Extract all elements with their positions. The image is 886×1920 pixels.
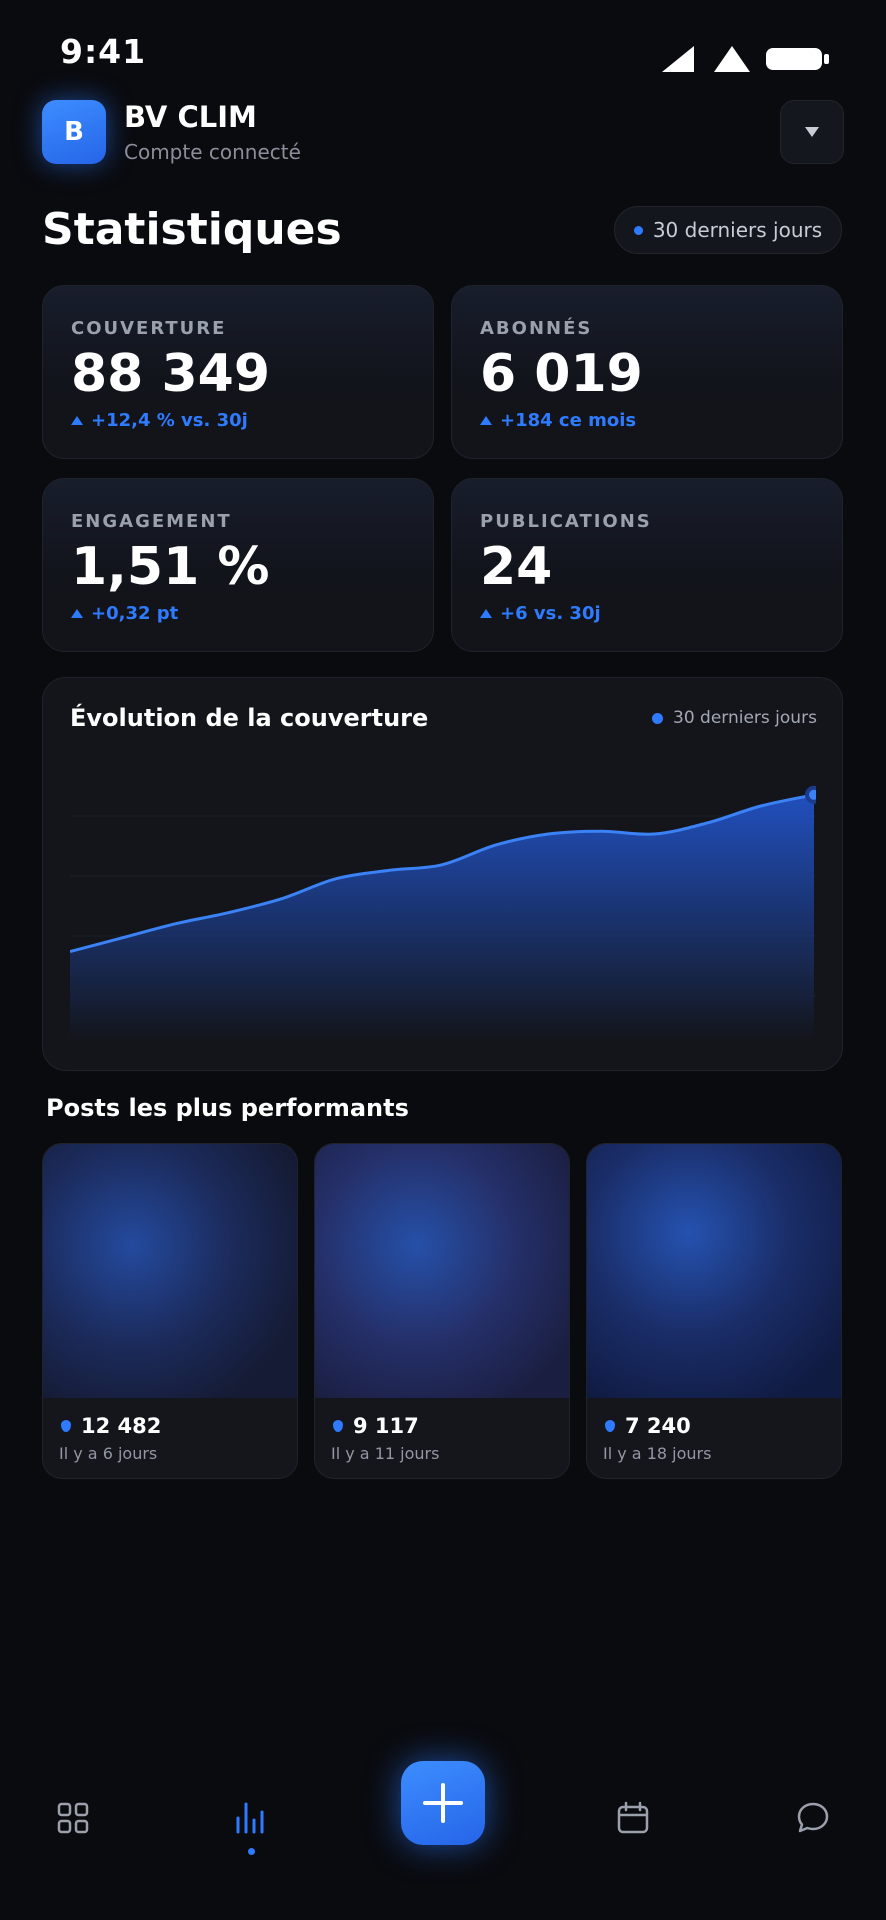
stat-label: ABONNÉS [480, 318, 593, 339]
status-icons [662, 46, 829, 72]
chart-legend: 30 derniers jours [652, 708, 817, 728]
post-reach: 12 482 [61, 1414, 161, 1438]
chart-title: Évolution de la couverture [70, 704, 429, 732]
chart-legend-label: 30 derniers jours [673, 708, 817, 728]
stat-delta-text: +6 vs. 30j [500, 603, 601, 624]
cellular-signal-icon [662, 46, 694, 72]
trend-up-icon [71, 609, 83, 618]
stat-delta: +12,4 % vs. 30j [71, 410, 248, 431]
stat-card-publications[interactable]: PUBLICATIONS 24 +6 vs. 30j [451, 478, 843, 652]
account-switcher-button[interactable] [780, 100, 844, 164]
top-posts-title: Posts les plus performants [46, 1094, 409, 1122]
chart-area-fill [70, 794, 814, 1040]
stat-delta: +184 ce mois [480, 410, 636, 431]
status-time: 9:41 [60, 32, 147, 71]
page-title: Statistiques [42, 204, 342, 255]
post-card[interactable]: 7 240 Il y a 18 jours [586, 1143, 842, 1479]
account-name: BV CLIM [124, 100, 257, 134]
dashboard-icon[interactable] [55, 1800, 91, 1836]
trend-up-icon [71, 416, 83, 425]
stat-value: 1,51 % [71, 537, 270, 597]
post-reach: 9 117 [333, 1414, 419, 1438]
stat-delta-text: +184 ce mois [500, 410, 637, 431]
reach-pin-icon [605, 1420, 615, 1432]
post-card[interactable]: 9 117 Il y a 11 jours [314, 1143, 570, 1479]
legend-dot-icon [652, 712, 663, 724]
post-reach-value: 7 240 [625, 1414, 691, 1438]
stat-label: ENGAGEMENT [71, 511, 232, 532]
account-subtitle: Compte connecté [124, 140, 301, 164]
reach-area-chart [70, 785, 816, 1040]
add-icon [423, 1783, 463, 1823]
battery-icon [766, 48, 822, 70]
reach-pin-icon [333, 1420, 343, 1432]
reach-pin-icon [61, 1420, 71, 1432]
create-post-button[interactable] [401, 1761, 485, 1845]
period-label: 30 derniers jours [652, 218, 823, 242]
nav-active-indicator [248, 1848, 255, 1855]
stat-value: 88 349 [71, 344, 271, 404]
stat-card-couverture[interactable]: COUVERTURE 88 349 +12,4 % vs. 30j [42, 285, 434, 459]
post-thumbnail [587, 1144, 841, 1398]
stat-delta: +0,32 pt [71, 603, 178, 624]
stat-card-abonnes[interactable]: ABONNÉS 6 019 +184 ce mois [451, 285, 843, 459]
period-dot-icon [633, 225, 643, 235]
post-reach-value: 12 482 [81, 1414, 162, 1438]
post-reach: 7 240 [605, 1414, 691, 1438]
stat-delta-text: +0,32 pt [91, 603, 179, 624]
trend-up-icon [480, 416, 492, 425]
stat-label: COUVERTURE [71, 318, 227, 339]
stat-delta-text: +12,4 % vs. 30j [91, 410, 248, 431]
avatar-letter: B [64, 117, 84, 147]
chart-point [805, 785, 816, 804]
post-thumbnail [43, 1144, 297, 1398]
stats-icon[interactable] [234, 1800, 270, 1836]
stat-card-engagement[interactable]: ENGAGEMENT 1,51 % +0,32 pt [42, 478, 434, 652]
chat-icon[interactable] [795, 1800, 831, 1836]
wifi-icon [714, 46, 750, 72]
chevron-down-icon [805, 127, 819, 137]
account-avatar[interactable]: B [42, 100, 106, 164]
post-age: Il y a 11 jours [331, 1444, 440, 1463]
post-age: Il y a 6 jours [59, 1444, 158, 1463]
post-reach-value: 9 117 [353, 1414, 419, 1438]
post-card[interactable]: 12 482 Il y a 6 jours [42, 1143, 298, 1479]
post-age: Il y a 18 jours [603, 1444, 712, 1463]
stat-value: 24 [480, 537, 553, 597]
post-thumbnail [315, 1144, 569, 1398]
stat-value: 6 019 [480, 344, 643, 404]
period-selector[interactable]: 30 derniers jours [614, 206, 842, 254]
calendar-icon[interactable] [615, 1800, 651, 1836]
trend-up-icon [480, 609, 492, 618]
stat-label: PUBLICATIONS [480, 511, 652, 532]
stat-delta: +6 vs. 30j [480, 603, 601, 624]
